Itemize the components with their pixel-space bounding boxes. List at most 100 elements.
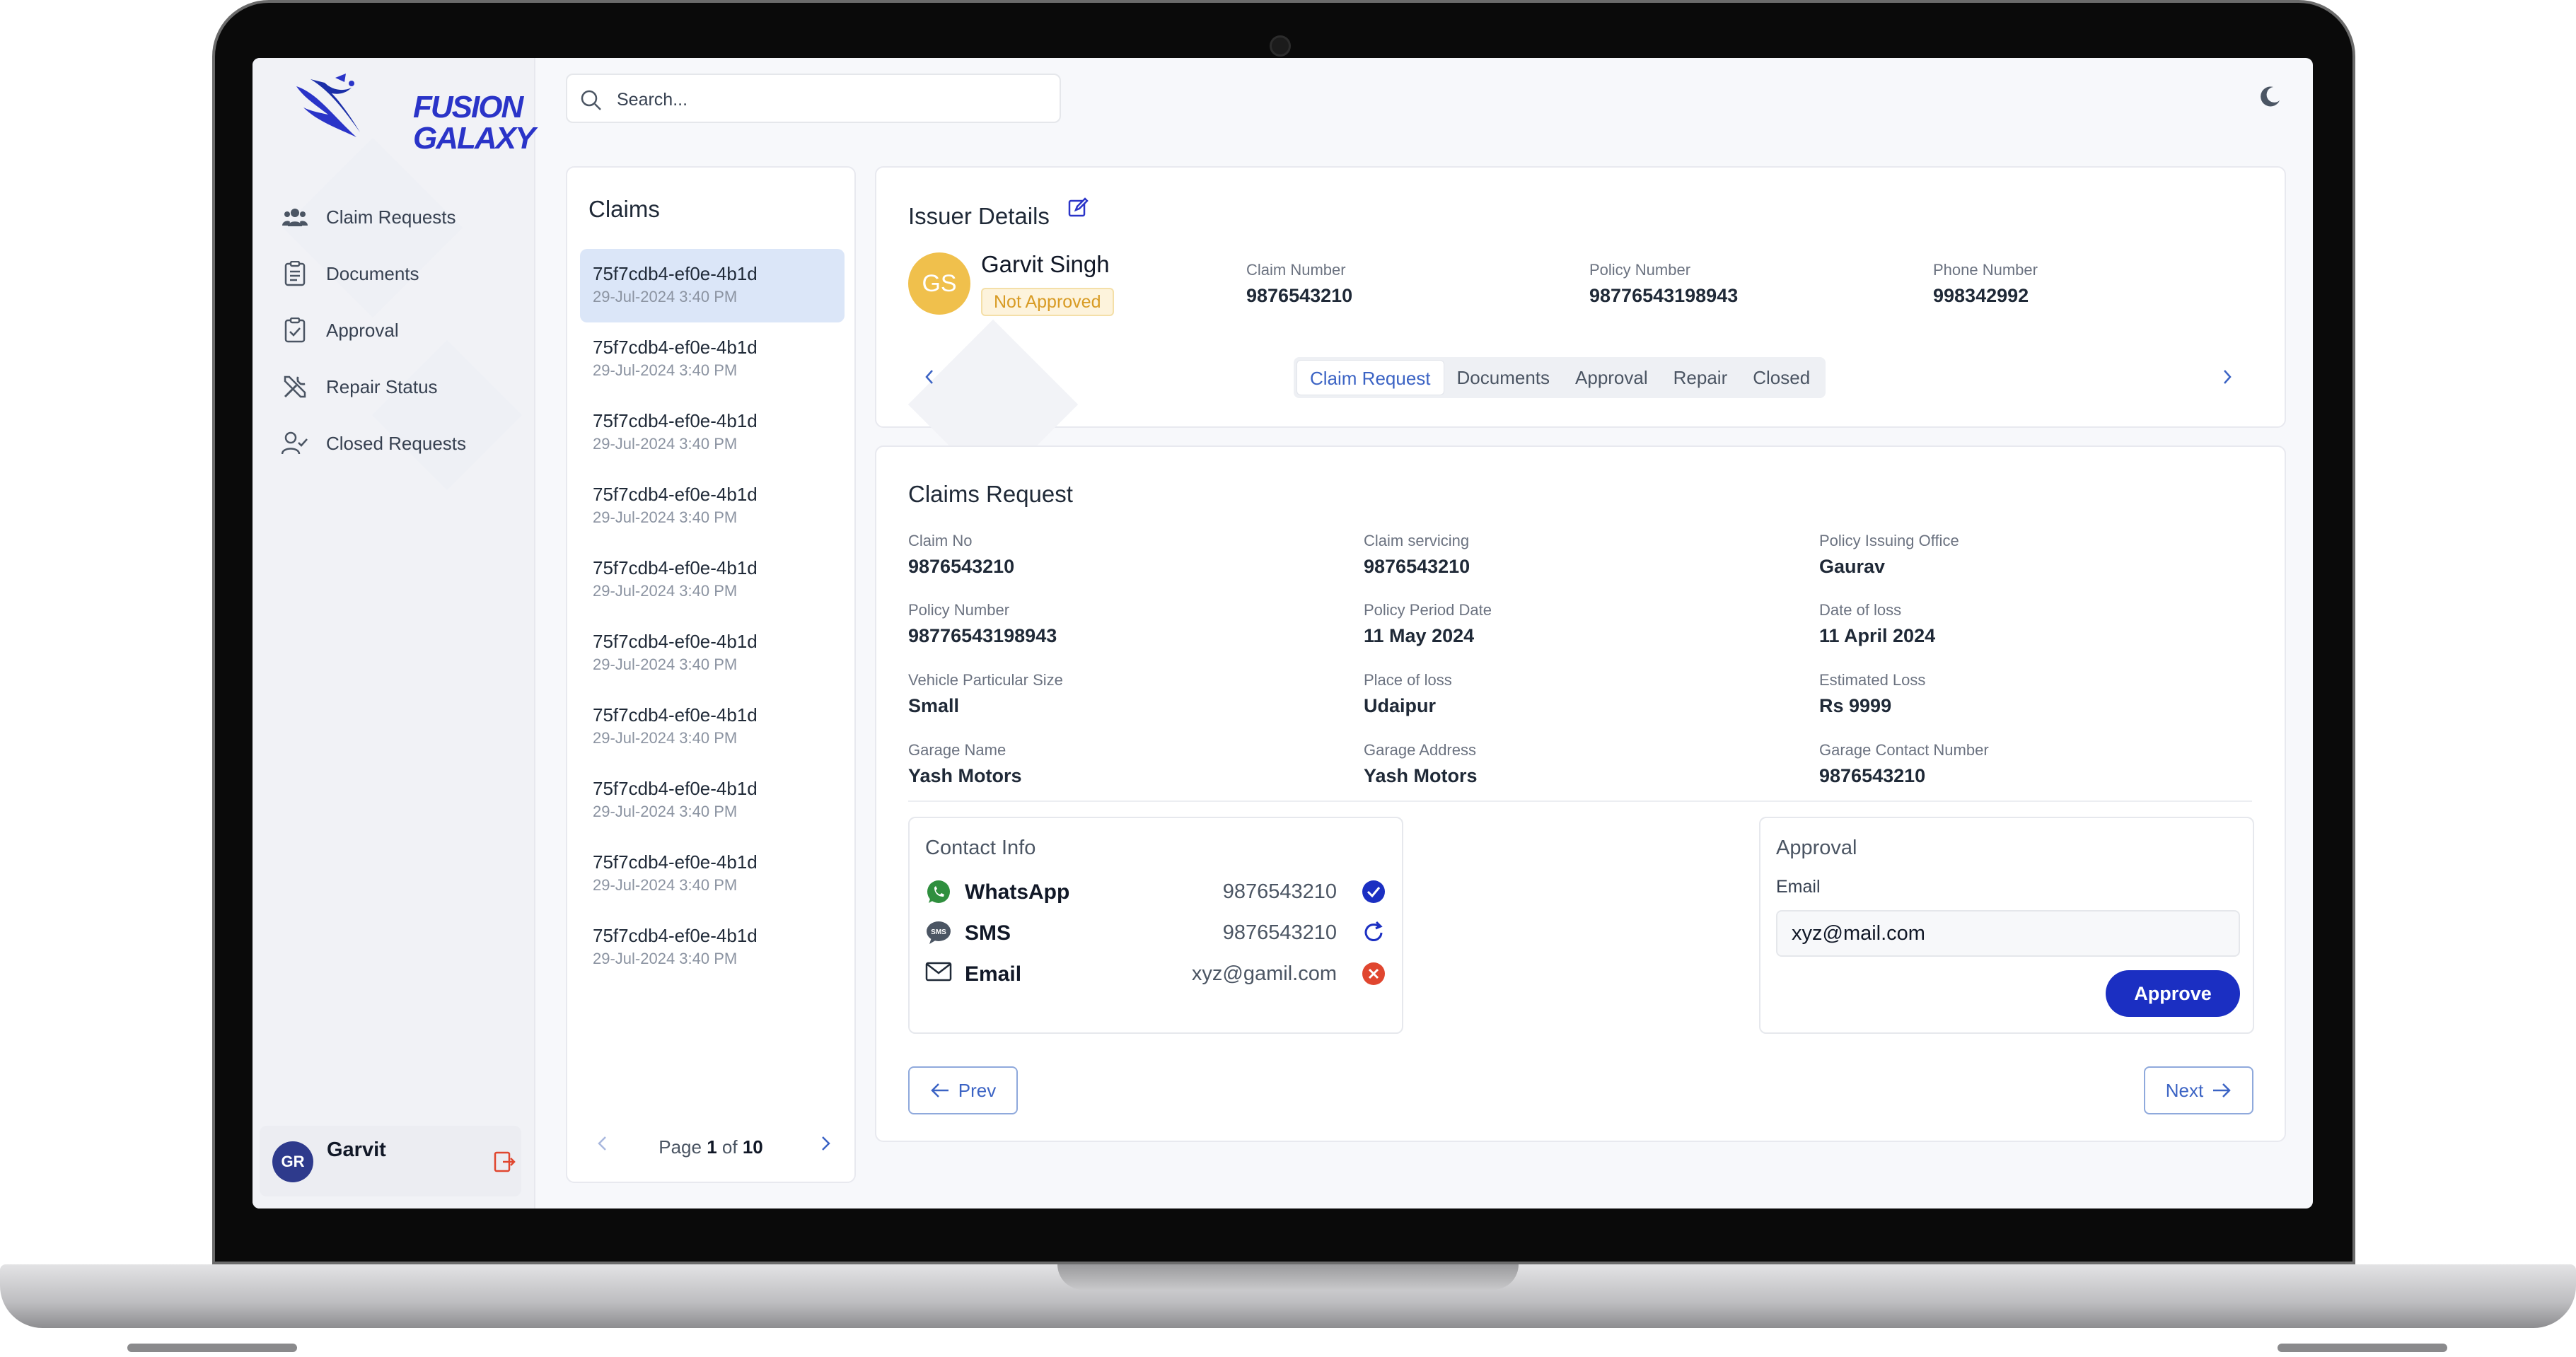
- tab-bar: Claim Request Documents Approval Repair …: [1294, 357, 1826, 398]
- claim-date: 29-Jul-2024 3:40 PM: [593, 582, 738, 600]
- contact-label: Email: [965, 962, 1022, 986]
- dark-mode-icon[interactable]: [2258, 85, 2282, 112]
- field-value: 9876543210: [908, 556, 1015, 577]
- sidebar-item-closed-requests[interactable]: Closed Requests: [281, 415, 514, 472]
- list-item[interactable]: 75f7cdb4-ef0e-4b1d 29-Jul-2024 3:40 PM: [580, 617, 845, 690]
- list-item[interactable]: 75f7cdb4-ef0e-4b1d 29-Jul-2024 3:40 PM: [580, 837, 845, 911]
- field-label: Policy Period Date: [1364, 601, 1492, 619]
- list-item[interactable]: 75f7cdb4-ef0e-4b1d 29-Jul-2024 3:40 PM: [580, 690, 845, 764]
- brand-logo[interactable]: FUSION GALAXY: [289, 72, 535, 154]
- chevron-right-icon[interactable]: [2220, 368, 2234, 390]
- sidebar-item-repair-status[interactable]: Repair Status: [281, 359, 514, 415]
- field-claim-servicing: Claim servicing 9876543210: [1364, 532, 1470, 578]
- policy-number: Policy Number 98776543198943: [1589, 261, 1738, 307]
- field-policy-period-date: Policy Period Date 11 May 2024: [1364, 601, 1492, 647]
- field-label: Policy Number: [1589, 261, 1691, 279]
- tab-closed[interactable]: Closed: [1740, 360, 1823, 395]
- claims-request-card: Claims Request Claim No 9876543210 Claim …: [875, 445, 2286, 1142]
- sidebar-item-claim-requests[interactable]: Claim Requests: [281, 189, 514, 245]
- list-item[interactable]: 75f7cdb4-ef0e-4b1d 29-Jul-2024 3:40 PM: [580, 764, 845, 837]
- issuer-title: Issuer Details: [908, 203, 1050, 229]
- clipboard-check-icon: [281, 316, 309, 344]
- claim-date: 29-Jul-2024 3:40 PM: [593, 876, 738, 894]
- claim-date: 29-Jul-2024 3:40 PM: [593, 508, 738, 526]
- list-item[interactable]: 75f7cdb4-ef0e-4b1d 29-Jul-2024 3:40 PM: [580, 249, 845, 322]
- page-of: of: [721, 1136, 738, 1158]
- tab-documents[interactable]: Documents: [1444, 360, 1563, 395]
- tab-approval[interactable]: Approval: [1562, 360, 1661, 395]
- claim-id: 75f7cdb4-ef0e-4b1d: [593, 704, 758, 726]
- email-field[interactable]: [1776, 910, 2240, 957]
- tab-repair[interactable]: Repair: [1661, 360, 1741, 395]
- sidebar-item-approval[interactable]: Approval: [281, 302, 514, 359]
- claim-id: 75f7cdb4-ef0e-4b1d: [593, 337, 758, 358]
- pagination: Page 1 of 10: [567, 1129, 854, 1165]
- edit-icon[interactable]: [1067, 197, 1089, 222]
- list-item[interactable]: 75f7cdb4-ef0e-4b1d 29-Jul-2024 3:40 PM: [580, 911, 845, 984]
- check-circle-icon: [1361, 879, 1386, 908]
- issuer-card: Issuer Details GS Garvit Singh Not Appro…: [875, 166, 2286, 490]
- next-label: Next: [2165, 1079, 2204, 1101]
- field-value: 11 April 2024: [1819, 625, 1936, 646]
- issuer-name: Garvit Singh: [981, 251, 1110, 277]
- arrow-right-icon: [2213, 1083, 2232, 1097]
- field-label: Garage Name: [908, 741, 1006, 759]
- list-item[interactable]: 75f7cdb4-ef0e-4b1d 29-Jul-2024 3:40 PM: [580, 470, 845, 543]
- contact-title: Contact Info: [925, 837, 1036, 859]
- chevron-right-icon[interactable]: [818, 1135, 832, 1155]
- field-value: 11 May 2024: [1364, 625, 1475, 646]
- field-value: 9876543210: [1246, 285, 1353, 306]
- list-item[interactable]: 75f7cdb4-ef0e-4b1d 29-Jul-2024 3:40 PM: [580, 396, 845, 470]
- next-button[interactable]: Next: [2144, 1066, 2253, 1114]
- field-vehicle-size: Vehicle Particular Size Small: [908, 671, 1063, 717]
- sidebar-nav: Claim Requests Documents Approval Repair…: [281, 189, 514, 472]
- prev-button[interactable]: Prev: [908, 1066, 1018, 1114]
- field-value: 9876543210: [1364, 556, 1470, 577]
- mail-icon: [925, 961, 952, 986]
- field-value: Udaipur: [1364, 695, 1437, 716]
- contact-row-sms: SMS SMS 9876543210: [925, 916, 1392, 951]
- claim-id: 75f7cdb4-ef0e-4b1d: [593, 851, 758, 873]
- field-claim-no: Claim No 9876543210: [908, 532, 1014, 578]
- field-place-of-loss: Place of loss Udaipur: [1364, 671, 1452, 717]
- approval-card: Approval Email Approve: [1759, 817, 2254, 1034]
- list-item[interactable]: 75f7cdb4-ef0e-4b1d 29-Jul-2024 3:40 PM: [580, 543, 845, 617]
- field-label: Estimated Loss: [1819, 671, 1926, 689]
- field-policy-number: Policy Number 98776543198943: [908, 601, 1057, 647]
- logout-icon[interactable]: [493, 1151, 516, 1177]
- field-value: 98776543198943: [908, 625, 1057, 646]
- claim-date: 29-Jul-2024 3:40 PM: [593, 803, 738, 820]
- search-input[interactable]: [617, 86, 1041, 113]
- brand-line: FUSION: [413, 90, 523, 124]
- user-check-icon: [281, 429, 309, 458]
- list-item[interactable]: 75f7cdb4-ef0e-4b1d 29-Jul-2024 3:40 PM: [580, 322, 845, 396]
- contact-info-card: Contact Info WhatsApp 9876543210 SMS SMS…: [908, 817, 1403, 1034]
- avatar: GR: [272, 1141, 313, 1182]
- claims-panel: Claims 75f7cdb4-ef0e-4b1d 29-Jul-2024 3:4…: [566, 166, 856, 1183]
- sidebar-item-documents[interactable]: Documents: [281, 245, 514, 302]
- field-label: Garage Contact Number: [1819, 741, 1989, 759]
- approve-button[interactable]: Approve: [2106, 970, 2240, 1017]
- sidebar: FUSION GALAXY Claim Requests Documents A…: [253, 58, 535, 1209]
- claim-date: 29-Jul-2024 3:40 PM: [593, 950, 738, 967]
- sidebar-item-label: Closed Requests: [326, 432, 466, 454]
- tools-icon: [281, 373, 309, 401]
- laptop-foot: [2278, 1344, 2447, 1352]
- field-estimated-loss: Estimated Loss Rs 9999: [1819, 671, 1925, 717]
- claim-id: 75f7cdb4-ef0e-4b1d: [593, 557, 758, 578]
- chevron-left-icon[interactable]: [922, 368, 936, 390]
- field-date-of-loss: Date of loss 11 April 2024: [1819, 601, 1935, 647]
- brand-name: FUSION GALAXY: [413, 90, 535, 154]
- field-label: Claim No: [908, 532, 973, 549]
- email-label: Email: [1776, 877, 1821, 897]
- page-total: 10: [742, 1136, 763, 1158]
- whatsapp-icon: [925, 879, 952, 909]
- field-label: Garage Address: [1364, 741, 1476, 759]
- tab-claim-request[interactable]: Claim Request: [1296, 360, 1444, 395]
- field-label: Vehicle Particular Size: [908, 671, 1063, 689]
- refresh-icon[interactable]: [1361, 920, 1386, 949]
- section-title: Claims Request: [908, 481, 1073, 507]
- field-label: Claim servicing: [1364, 532, 1470, 549]
- arrow-left-icon: [930, 1083, 948, 1097]
- claim-id: 75f7cdb4-ef0e-4b1d: [593, 263, 758, 284]
